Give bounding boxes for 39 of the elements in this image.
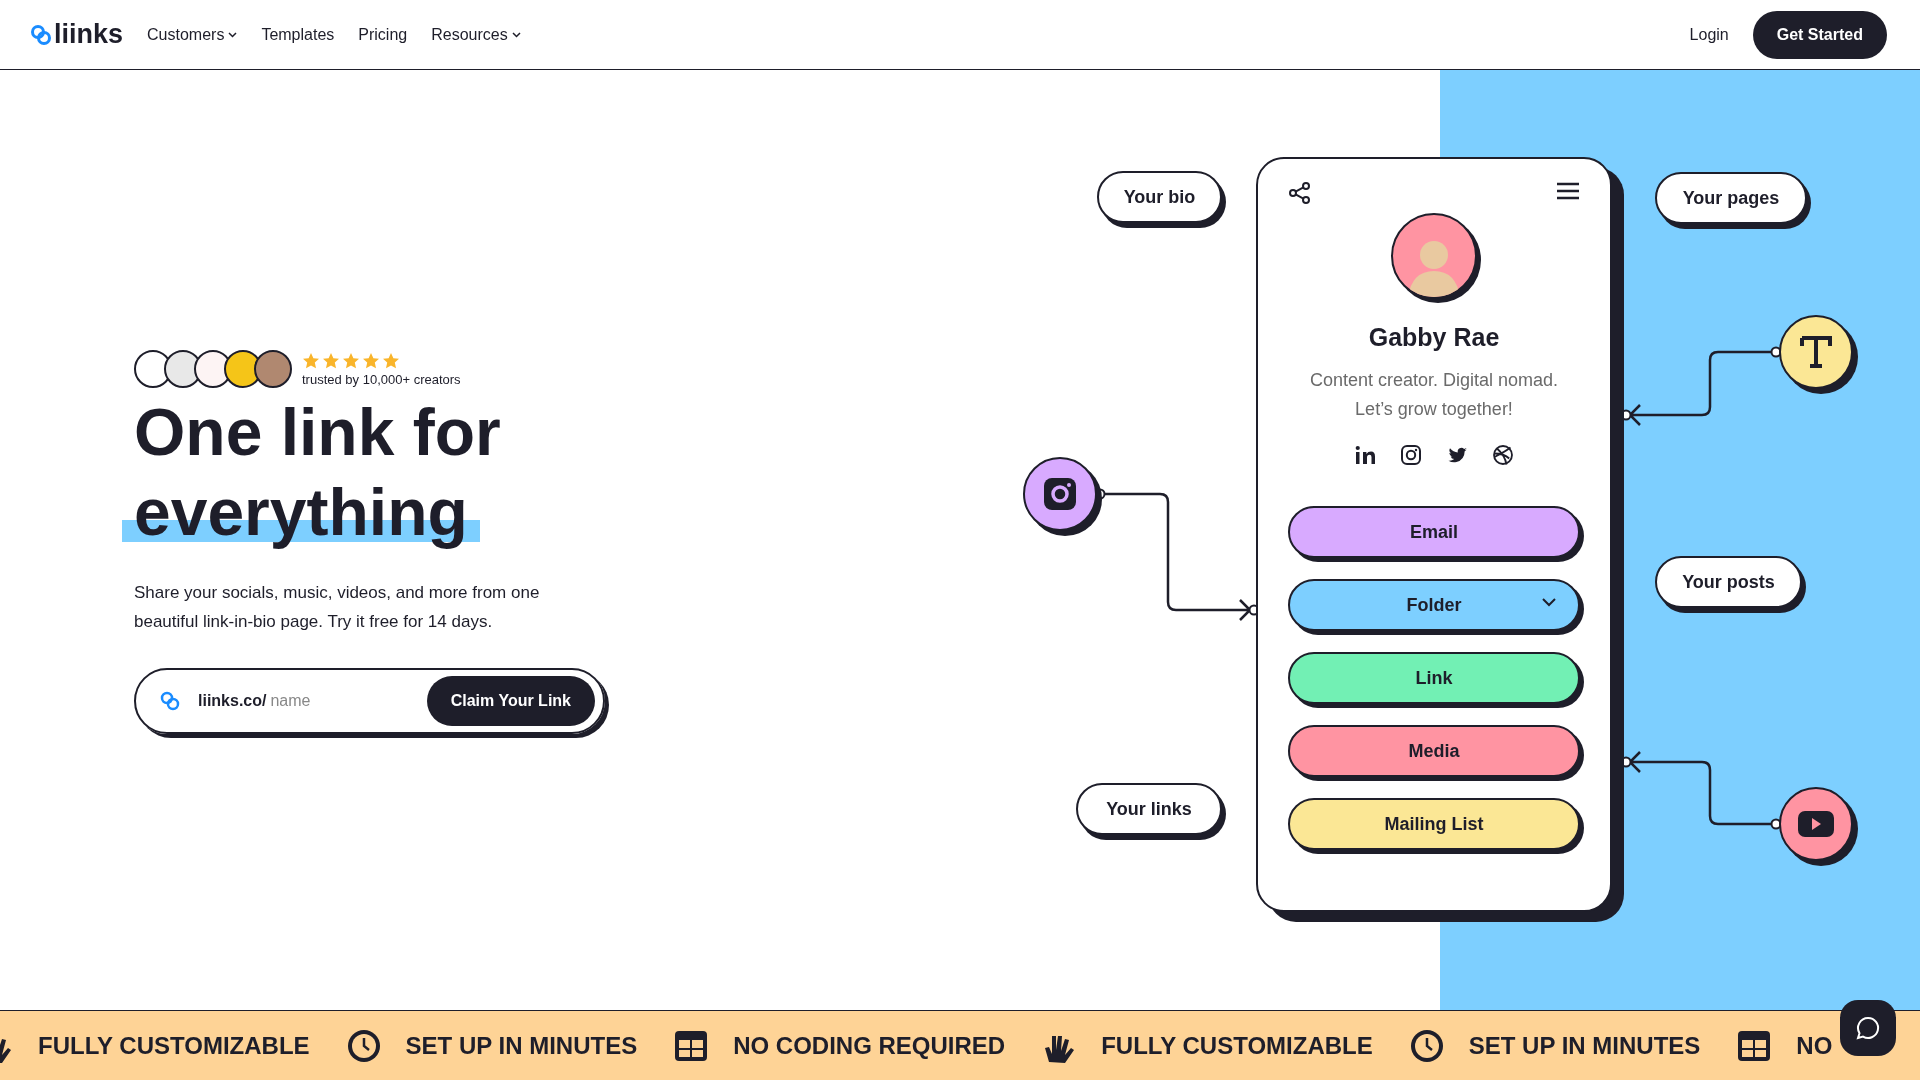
claim-link-button[interactable]: Claim Your Link — [426, 676, 595, 726]
linkedin-icon[interactable] — [1354, 444, 1376, 466]
nav-menu-item[interactable]: Templates — [261, 25, 335, 44]
nav-menu-item[interactable]: Resources — [431, 25, 521, 44]
star-icon — [322, 351, 340, 370]
play-button-icon — [1798, 811, 1834, 837]
clock-icon — [1408, 1027, 1445, 1064]
share-icon[interactable] — [1288, 181, 1312, 205]
letter-t-icon — [1799, 335, 1833, 369]
star-icon — [362, 351, 380, 370]
profile-name: Gabby Rae — [1368, 323, 1500, 352]
clock-icon — [345, 1027, 382, 1064]
menu-icon[interactable] — [1556, 181, 1580, 201]
feature-label: FULLY CUSTOMIZABLE — [38, 1031, 310, 1060]
chain-link-icon — [30, 23, 52, 46]
get-started-button[interactable]: Get Started — [1752, 10, 1887, 59]
chevron-down-icon — [1542, 598, 1556, 607]
feature-label: NO — [1796, 1031, 1833, 1060]
chat-button[interactable] — [1840, 1000, 1896, 1056]
star-icon — [382, 351, 400, 370]
feature-label: FULLY CUSTOMIZABLE — [1101, 1031, 1373, 1060]
url-prefix: liinks.co/ — [198, 692, 267, 710]
ball-icon[interactable] — [1492, 444, 1514, 466]
feature-label: SET UP IN MINUTES — [405, 1031, 638, 1060]
chain-link-icon — [160, 691, 180, 711]
feature-label: NO CODING REQUIRED — [733, 1031, 1006, 1060]
star-icon — [302, 351, 320, 370]
hero-description: Share your socials, music, videos, and more from one beautiful link-in-bio page. Try it free for 14 days. — [134, 582, 541, 633]
trusted-caption: trusted by 10,000+ creators — [302, 371, 461, 387]
star-icon — [342, 351, 360, 370]
login-link[interactable]: Login — [1689, 25, 1729, 44]
instagram-icon — [1042, 476, 1078, 512]
logo-text[interactable]: liinks — [54, 19, 124, 50]
feature-label: SET UP IN MINUTES — [1468, 1031, 1701, 1060]
profile-bio: Content creator. Digital nomad. Let’s grow together! — [1308, 369, 1560, 421]
instagram-icon[interactable] — [1400, 444, 1422, 466]
nav-menu-item[interactable]: Customers — [147, 25, 238, 44]
nav-menu-item[interactable]: Pricing — [358, 25, 408, 44]
chat-bubble-icon — [1855, 1015, 1881, 1041]
